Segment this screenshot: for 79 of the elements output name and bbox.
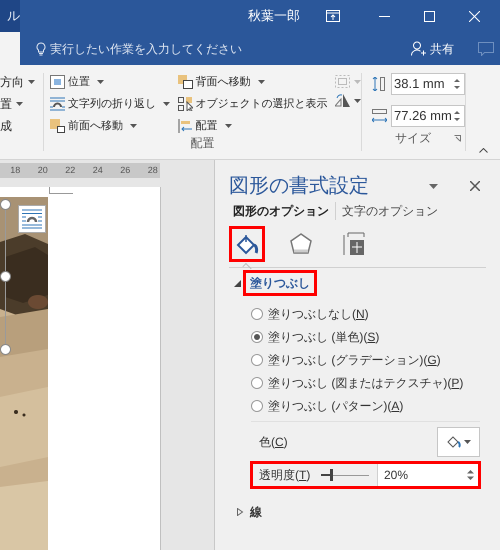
caret-icon — [354, 80, 361, 84]
pane-title: 図形の書式設定 — [229, 174, 369, 199]
ribbon-button[interactable]: 方向 — [0, 73, 43, 91]
rotate-flip-icon — [335, 94, 350, 107]
selection-pane-icon — [178, 97, 193, 111]
pane-tab[interactable]: 文字のオプション — [335, 202, 444, 220]
radio-button[interactable] — [251, 354, 263, 366]
ribbon-button[interactable]: 置 — [0, 95, 43, 113]
color-picker-button[interactable] — [437, 427, 480, 457]
section-header[interactable]: 線 — [250, 503, 262, 521]
option-label: 塗りつぶし (パターン)(A) — [268, 398, 404, 414]
maximize-icon[interactable] — [424, 10, 435, 22]
spinner-icon[interactable] — [454, 110, 460, 122]
collapse-ribbon-icon[interactable] — [478, 148, 488, 153]
tell-me-field[interactable]: 実行したい作業を入力してください — [36, 40, 242, 58]
size-layout-icon — [343, 232, 367, 256]
ribbon-button[interactable]: オブジェクトの選択と表示 — [178, 95, 328, 113]
caret-icon — [464, 440, 470, 444]
radio-button[interactable] — [251, 376, 263, 388]
ruler-number: 18 — [9, 164, 22, 177]
position-icon — [50, 75, 65, 89]
transparency-label: 透明度(T) — [259, 467, 312, 484]
ribbon-button[interactable]: 配置 — [178, 117, 232, 135]
expanded-icon[interactable] — [234, 280, 241, 286]
lightbulb-icon — [36, 42, 46, 56]
dropdown-icon[interactable] — [429, 184, 438, 188]
pentagon-icon — [289, 232, 313, 256]
fill-bucket-icon — [235, 232, 259, 256]
ribbon-button[interactable]: 文字列の折り返し — [50, 95, 170, 113]
ribbon-button[interactable]: 位置 — [50, 73, 104, 91]
option-label: 塗りつぶし (単色)(S) — [268, 328, 380, 346]
person-icon — [411, 41, 426, 56]
slider-thumb[interactable] — [330, 469, 333, 481]
transparency-field[interactable]: 20% — [377, 464, 478, 486]
group-objects-icon — [335, 75, 350, 88]
height-field[interactable]: 38.1 mm — [391, 73, 465, 95]
section-header[interactable]: 塗りつぶし — [243, 270, 317, 296]
bring-forward-icon — [50, 119, 65, 133]
pane-icon-tab[interactable] — [229, 226, 265, 270]
option-label: 塗りつぶし (グラデーション)(G) — [268, 352, 441, 368]
slider-track[interactable] — [321, 469, 369, 481]
group-label: 配置 — [190, 135, 216, 151]
pane-tab[interactable]: 図形のオプション — [233, 202, 335, 220]
ruler-number: 22 — [64, 164, 76, 177]
ruler-number: 20 — [36, 164, 49, 177]
fill-bucket-icon — [446, 436, 460, 448]
group-label: サイズ — [394, 130, 432, 147]
align-icon — [178, 119, 193, 133]
rotate-button[interactable] — [335, 94, 361, 107]
send-backward-icon — [178, 75, 193, 89]
ribbon-tab[interactable]: ル — [0, 0, 20, 32]
ribbon-display-icon[interactable] — [326, 10, 340, 22]
color-label: 色(C) — [259, 434, 288, 451]
collapsed-icon[interactable] — [237, 508, 244, 516]
wrap-text-icon — [50, 97, 65, 111]
ruler-number: 26 — [119, 164, 132, 177]
close-icon[interactable] — [470, 181, 480, 191]
option-label: 塗りつぶしなし(N) — [268, 306, 369, 322]
radio-button[interactable] — [251, 400, 263, 412]
layout-options-button[interactable] — [18, 205, 46, 233]
ribbon-button[interactable]: 背面へ移動 — [178, 73, 265, 91]
ruler-number: 24 — [92, 164, 104, 177]
ruler-number: 28 — [146, 164, 159, 177]
width-field[interactable]: 77.26 mm — [391, 105, 465, 127]
height-icon — [372, 77, 387, 91]
ribbon-button[interactable]: 成 — [0, 117, 43, 135]
width-icon — [372, 109, 387, 123]
spinner-icon[interactable] — [467, 469, 474, 481]
radio-button[interactable] — [251, 330, 263, 342]
ribbon-button[interactable]: 前面へ移動 — [50, 117, 137, 135]
dialog-launcher-icon[interactable] — [454, 134, 461, 142]
margin-mark — [49, 187, 73, 194]
option-label: 塗りつぶし (図またはテクスチャ)(P) — [268, 374, 464, 392]
user-name: 秋葉一郎 — [248, 7, 300, 26]
wrap-text-icon — [22, 209, 42, 229]
share-button[interactable]: 共有 — [411, 40, 454, 58]
spinner-icon[interactable] — [454, 78, 460, 90]
caret-icon — [354, 98, 361, 102]
radio-button[interactable] — [251, 308, 263, 320]
